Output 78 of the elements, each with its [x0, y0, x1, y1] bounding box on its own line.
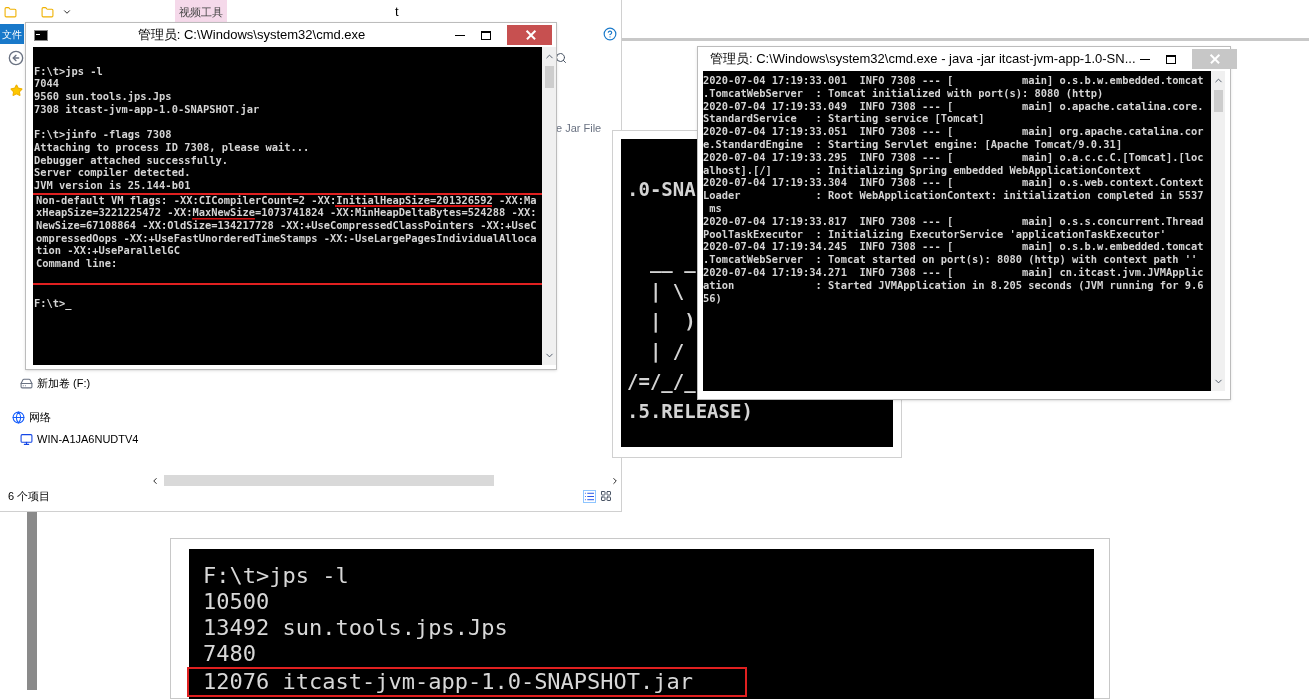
console-line: NewSize=67108864 -XX:OldSize=134217728 -XX:+UseCompressedClassPointers -XX:+UseC [36, 219, 538, 231]
console-line: 2020-07-04 17:19:34.271 INFO 7308 --- [ main] cn.itcast.jvm.JVMApplic [703, 265, 1205, 279]
console-line: 7044 [34, 78, 61, 89]
scrollbar-thumb[interactable] [1213, 90, 1223, 112]
console-line: .TomcatWebServer : Tomcat initialized with port(s): 8080 (http) [703, 86, 1105, 100]
file-tab[interactable]: 文件 [0, 24, 24, 44]
console-line: .TomcatWebServer : Tomcat started on port(s): 8080 (http) with context path '' [703, 253, 1199, 266]
console-line: tion -XX:+UseParallelGC [36, 245, 181, 256]
console-line: ms [708, 201, 723, 215]
help-icon[interactable] [603, 27, 617, 41]
window-title: 管理员: C:\Windows\system32\cmd.exe [136, 26, 367, 45]
scroll-left-icon[interactable] [150, 475, 160, 486]
console-line: /=/_/_ [627, 369, 696, 395]
console-icon [34, 29, 48, 41]
console-line: | \ [648, 279, 685, 305]
console-line: 56) [703, 291, 723, 305]
console-line: 10500 [203, 589, 270, 615]
minimize-icon[interactable] [1139, 58, 1150, 60]
console-line: 2020-07-04 17:19:33.295 INFO 7308 --- [ main] o.a.c.c.C.[Tomcat].[loc [703, 150, 1205, 164]
computer-icon [20, 432, 33, 446]
minimize-icon[interactable] [455, 34, 465, 36]
details-view-icon[interactable] [583, 489, 596, 503]
console-line: 2020-07-04 17:19:33.304 INFO 7308 --- [ main] o.s.web.context.Context [703, 176, 1205, 190]
console-line: 13492 sun.tools.jps.Jps [203, 615, 508, 641]
console-line: .0-SNA [627, 177, 696, 202]
console-line: __ _ [648, 249, 696, 275]
console-line: .5.RELEASE) [627, 399, 753, 424]
scrollbar-thumb[interactable] [544, 66, 554, 88]
search-icon[interactable] [555, 52, 567, 64]
star-icon [10, 84, 23, 97]
nav-item[interactable]: 新加卷 (F:) [0, 374, 250, 392]
console-line: Server compiler detected. [34, 167, 192, 178]
window-title: 管理员: C:\Windows\system32\cmd.exe - java -jar itcast-jvm-app-1.0-SN... [710, 50, 1136, 69]
close-button[interactable] [507, 25, 552, 45]
console-line: F:\t>jinfo -flags 7308 [34, 129, 173, 140]
console-line: | ) [648, 309, 696, 335]
console-line: 9560 sun.tools.jps.Jps [34, 91, 173, 102]
drive-icon [20, 376, 33, 390]
console-line: e.StandardEngine : Starting Servlet engine: [Apache Tomcat/9.0.31] [703, 138, 1124, 151]
console-line: 12076 itcast-jvm-app-1.0-SNAPSHOT.jar [203, 669, 694, 695]
annotation-underline [192, 218, 255, 220]
console-line: 7308 itcast-jvm-app-1.0-SNAPSHOT.jar [34, 103, 261, 115]
console-line: ation : Started JVMApplication in 8.205 seconds (JVM running for 9.6 [703, 278, 1205, 292]
console-line: Attaching to process ID 7308, please wait... [34, 141, 311, 153]
nav-item[interactable]: 网络 [0, 408, 250, 426]
network-icon [12, 410, 25, 424]
console-line: | / [648, 339, 685, 365]
console-line: alhost].[/] : Initializing Spring embedded WebApplicationContext [703, 163, 1142, 177]
console-line: ompressedOops -XX:+UseFastUnorderedTimeStamps -XX:-UseLargePagesIndividualAlloca [36, 232, 538, 244]
console-line: 2020-07-04 17:19:33.817 INFO 7308 --- [ main] o.s.s.concurrent.Thread [703, 214, 1205, 228]
console-line: F:\t>_ [34, 298, 73, 309]
column-text: e Jar File [556, 121, 602, 136]
maximize-icon[interactable] [1165, 54, 1176, 64]
tiles-view-icon[interactable] [600, 489, 612, 502]
console-line: 7480 [203, 641, 256, 667]
console-line: StandardService : Starting service [Tomcat] [703, 112, 986, 126]
scroll-right-icon[interactable] [610, 475, 620, 486]
status-text: 6 个项目 [8, 489, 51, 504]
console-line: Command line: [36, 258, 119, 269]
console-line: 2020-07-04 17:19:34.245 INFO 7308 --- [ main] o.s.b.w.embedded.tomcat [703, 240, 1205, 254]
maximize-icon[interactable] [481, 30, 491, 40]
nav-item[interactable]: WIN-A1JA6NUDTV4 [0, 430, 250, 448]
back-icon[interactable] [8, 50, 24, 66]
console-line: F:\t>jps -l [203, 563, 349, 589]
window-title: t [395, 3, 399, 22]
console-line: Debugger attached successfully. [34, 154, 229, 165]
contextual-tab[interactable]: 视频工具 [175, 0, 227, 24]
console-line: Loader : Root WebApplicationContext: initialization completed in 5537 [703, 189, 1205, 202]
console-line: Non-default VM flags: -XX:CICompilerCount=2 -XX:InitialHeapSize=201326592 -XX:Ma [36, 194, 538, 206]
console-line: F:\t>jps -l [34, 65, 104, 77]
console-line: 2020-07-04 17:19:33.001 INFO 7308 --- [ main] o.s.b.w.embedded.tomcat [703, 74, 1205, 87]
horizontal-scrollbar[interactable] [164, 475, 494, 486]
console-line: xHeapSize=3221225472 -XX:MaxNewSize=1073741824 -XX:MinHeapDeltaBytes=524288 -XX: [36, 207, 538, 218]
console-line: JVM version is 25.144-b01 [34, 179, 192, 191]
console-line: PoolTaskExecutor : Initializing ExecutorService 'applicationTaskExecutor' [703, 227, 1167, 241]
console-line: 2020-07-04 17:19:33.051 INFO 7308 --- [ main] org.apache.catalina.cor [703, 125, 1205, 138]
dropdown-icon[interactable] [62, 7, 72, 17]
console-line: 2020-07-04 17:19:33.049 INFO 7308 --- [ main] o.apache.catalina.core. [703, 99, 1205, 113]
